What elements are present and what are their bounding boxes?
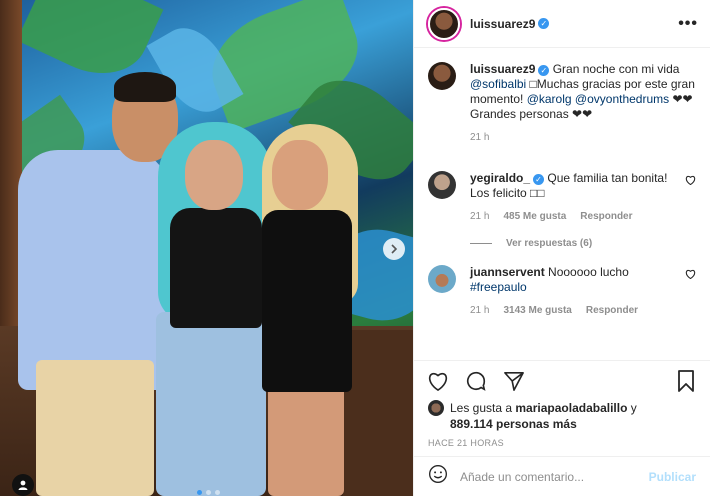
person-shorts: [36, 360, 154, 496]
person-jeans: [156, 312, 266, 496]
likes-summary: Les gusta a mariapaoladabalillo y 889.114…: [414, 400, 710, 432]
carousel-dot: [215, 490, 220, 495]
comment-username[interactable]: yegiraldo_: [470, 171, 530, 185]
carousel-indicator: [197, 490, 220, 495]
bookmark-icon: [678, 369, 694, 392]
likes-prefix: Les gusta a: [450, 401, 516, 415]
comment-username[interactable]: juannservent: [470, 265, 545, 279]
replies-divider: [470, 243, 492, 244]
comment-likes[interactable]: 3143 Me gusta: [503, 303, 571, 318]
post-timestamp[interactable]: HACE 21 HORAS: [414, 432, 710, 456]
caption-body: luissuarez9 ✓ Gran noche con mi vida @sof…: [470, 62, 696, 145]
view-replies-button[interactable]: Ver respuestas (6): [470, 238, 696, 249]
caption-meta: 21 h: [470, 130, 696, 145]
post-caption: luissuarez9 ✓ Gran noche con mi vida @sof…: [428, 62, 696, 145]
mention-link[interactable]: @karolg: [527, 92, 572, 106]
publish-button[interactable]: Publicar: [649, 470, 696, 484]
person-head: [185, 140, 243, 210]
save-button[interactable]: [674, 369, 698, 393]
like-comment-heart-icon[interactable]: [685, 265, 696, 282]
post-header: luissuarez9 ✓ •••: [414, 0, 710, 48]
verified-badge-icon: ✓: [533, 174, 545, 185]
person-legs: [268, 385, 344, 496]
chevron-right-icon: [391, 244, 398, 254]
user-icon: [18, 480, 28, 490]
likes-text: Les gusta a mariapaoladabalillo y 889.114…: [450, 400, 637, 432]
post-sidebar: luissuarez9 ✓ ••• luissuarez9 ✓ Gran noch…: [413, 0, 710, 496]
view-replies-label: Ver respuestas (6): [506, 238, 593, 249]
likes-user[interactable]: mariapaoladabalillo: [515, 401, 627, 415]
heart-icon: [429, 372, 447, 391]
smiley-icon: [429, 465, 447, 483]
person-head: [272, 140, 328, 210]
person-hair: [114, 72, 176, 102]
carousel-dot: [206, 490, 211, 495]
emoji-icon[interactable]: [428, 464, 448, 489]
like-button[interactable]: [426, 369, 450, 393]
avatar[interactable]: [428, 265, 456, 293]
comment-item: juannservent Noooooo lucho #freepaulo 21…: [428, 265, 696, 318]
avatar[interactable]: [428, 171, 456, 199]
comment-input[interactable]: [460, 469, 649, 484]
verified-badge-icon: ✓: [538, 18, 550, 29]
likes-count[interactable]: 889.114 personas más: [450, 417, 577, 431]
tagged-users-button[interactable]: [12, 474, 34, 496]
comment-button[interactable]: [464, 369, 488, 393]
mention-link[interactable]: @ovyonthedrums: [575, 92, 669, 106]
likes-middle: y: [627, 401, 637, 415]
comments-section: luissuarez9 ✓ Gran noche con mi vida @sof…: [414, 48, 710, 360]
comment-time[interactable]: 21 h: [470, 209, 489, 224]
post-modal: luissuarez9 ✓ ••• luissuarez9 ✓ Gran noch…: [0, 0, 710, 496]
mention-link[interactable]: @sofibalbi: [470, 77, 526, 91]
heart-icon: [685, 269, 696, 280]
avatar[interactable]: [428, 400, 444, 416]
send-icon: [504, 371, 524, 391]
comment-meta: 21 h 485 Me gusta Responder: [470, 209, 679, 224]
next-photo-button[interactable]: [383, 238, 405, 260]
avatar[interactable]: [428, 7, 460, 40]
person-dress: [262, 210, 352, 392]
wall-panel: [343, 330, 413, 496]
comment-meta: 21 h 3143 Me gusta Responder: [470, 303, 679, 318]
comment-body: yegiraldo_ ✓ Que familia tan bonita! Los …: [470, 171, 679, 224]
heart-icon: [685, 175, 696, 186]
post-username[interactable]: luissuarez9: [470, 17, 535, 31]
comment-text: Noooooo lucho: [544, 265, 629, 279]
reply-button[interactable]: Responder: [586, 303, 638, 318]
reply-button[interactable]: Responder: [580, 209, 632, 224]
add-comment-bar: Publicar: [414, 456, 710, 496]
caption-username[interactable]: luissuarez9: [470, 62, 535, 76]
verified-badge-icon: ✓: [538, 65, 550, 76]
comment-time[interactable]: 21 h: [470, 303, 489, 318]
comment-likes[interactable]: 485 Me gusta: [503, 209, 566, 224]
share-button[interactable]: [502, 369, 526, 393]
caption-text: Gran noche con mi vida: [549, 62, 680, 76]
action-bar: [414, 360, 710, 400]
comment-body: juannservent Noooooo lucho #freepaulo 21…: [470, 265, 679, 318]
comment-bubble-icon: [466, 371, 486, 391]
avatar[interactable]: [428, 62, 456, 90]
comment-item: yegiraldo_ ✓ Que familia tan bonita! Los …: [428, 171, 696, 224]
like-comment-heart-icon[interactable]: [685, 171, 696, 188]
post-photo[interactable]: [0, 0, 413, 496]
person-top: [170, 208, 262, 328]
person-shirt: [18, 150, 168, 390]
more-options-icon[interactable]: •••: [678, 15, 698, 33]
caption-time[interactable]: 21 h: [470, 130, 489, 145]
hashtag-link[interactable]: #freepaulo: [470, 280, 527, 294]
carousel-dot: [197, 490, 202, 495]
